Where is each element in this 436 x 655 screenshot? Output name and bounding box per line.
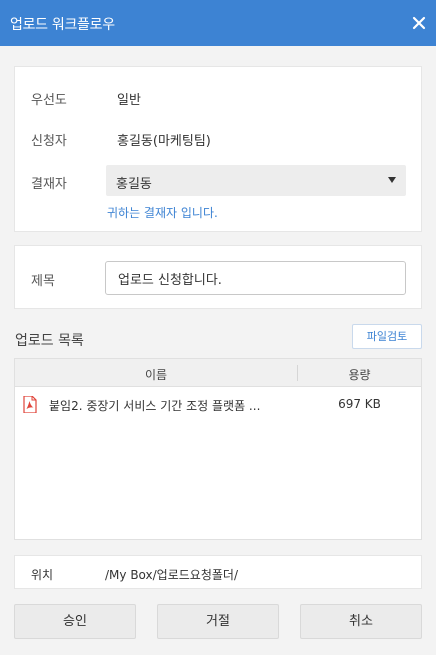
window-title: 업로드 워크플로우 [10,17,115,33]
upload-list-title: 업로드 목록 [15,333,84,349]
file-list-header: 이름 용량 [15,359,421,387]
close-icon[interactable] [410,14,428,32]
reject-button[interactable]: 거절 [157,604,279,639]
subject-panel: 제목 [14,245,422,309]
approver-label: 결재자 [31,177,67,192]
dropdown-arrow-icon [388,177,396,183]
title-bar: 업로드 워크플로우 [0,0,436,46]
cancel-button[interactable]: 취소 [300,604,422,639]
location-path: /My Box/업로드요청폴더/ [105,568,238,582]
priority-value: 일반 [117,93,141,108]
applicant-label: 신청자 [31,134,67,149]
subject-input[interactable] [105,261,406,295]
column-header-name[interactable]: 이름 [15,366,297,383]
approver-select[interactable]: 홍길동 [106,165,406,196]
location-panel: 위치 /My Box/업로드요청폴더/ [14,555,422,589]
subject-label: 제목 [31,274,55,289]
file-review-button[interactable]: 파일검토 [352,324,422,349]
approver-hint: 귀하는 결재자 입니다. [107,206,218,220]
pdf-icon [23,396,37,413]
file-row[interactable]: 붙임2. 중장기 서비스 기간 조정 플랫폼 ... 697 KB [15,391,421,419]
column-header-size[interactable]: 용량 [298,366,421,383]
location-label: 위치 [31,568,54,582]
priority-label: 우선도 [31,93,67,108]
approve-button[interactable]: 승인 [14,604,136,639]
file-size: 697 KB [338,397,381,411]
request-info-panel: 우선도 일반 신청자 홍길동(마케팅팀) 결재자 홍길동 귀하는 결재자 입니다… [14,66,422,232]
applicant-value: 홍길동(마케팅팀) [117,134,211,149]
upload-file-list: 이름 용량 붙임2. 중장기 서비스 기간 조정 플랫폼 ... 697 KB [14,358,422,540]
approver-selected-value: 홍길동 [116,177,152,192]
file-name: 붙임2. 중장기 서비스 기간 조정 플랫폼 ... [49,399,261,413]
